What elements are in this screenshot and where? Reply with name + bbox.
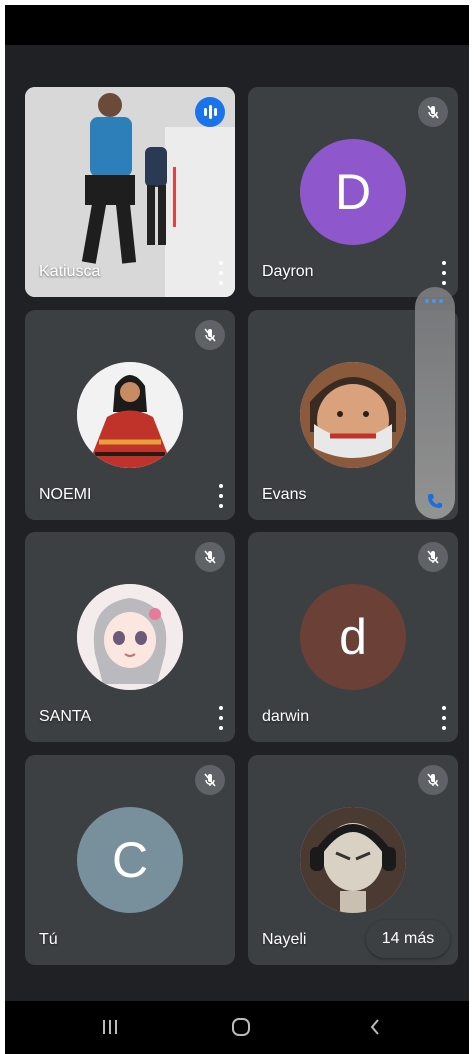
more-vert-icon[interactable] (215, 706, 227, 730)
avatar (300, 807, 406, 913)
avatar (300, 362, 406, 468)
avatar (77, 362, 183, 468)
mic-off-icon (195, 542, 225, 572)
call-side-panel[interactable] (415, 287, 455, 519)
participant-tile-dayron[interactable]: D Dayron (248, 87, 458, 297)
system-nav-bar (5, 1001, 469, 1054)
participant-name: Evans (262, 486, 307, 503)
status-bar (5, 5, 469, 45)
participant-name: Dayron (262, 263, 314, 280)
avatar (77, 584, 183, 690)
back-icon[interactable] (361, 1015, 389, 1039)
participant-name: SANTA (39, 708, 92, 725)
audio-level-icon (195, 97, 225, 127)
avatar: D (300, 139, 406, 245)
mic-off-icon (418, 97, 448, 127)
more-horiz-icon[interactable] (425, 299, 443, 303)
participant-name: darwin (262, 708, 310, 725)
mic-off-icon (418, 542, 448, 572)
avatar: d (300, 584, 406, 690)
participant-name: Tú (39, 931, 58, 948)
participant-tile-tu[interactable]: C Tú (25, 755, 235, 965)
participant-name: NOEMI (39, 486, 92, 503)
participant-tile-darwin[interactable]: d darwin (248, 532, 458, 742)
recent-apps-icon[interactable] (96, 1015, 124, 1039)
more-vert-icon[interactable] (215, 484, 227, 508)
avatar: C (77, 807, 183, 913)
more-participants-button[interactable]: 14 más (366, 920, 450, 958)
mic-off-icon (195, 765, 225, 795)
participant-tile-katiusca[interactable]: Katiusca (25, 87, 235, 297)
participant-tile-noemi[interactable]: NOEMI (25, 310, 235, 520)
more-vert-icon[interactable] (438, 706, 450, 730)
mic-off-icon (195, 320, 225, 350)
meet-screen: Katiusca D Dayron NOEMI Evans SANTA d da… (5, 5, 469, 1054)
more-vert-icon[interactable] (215, 261, 227, 285)
mic-off-icon (418, 765, 448, 795)
more-vert-icon[interactable] (438, 261, 450, 285)
home-icon[interactable] (227, 1015, 255, 1039)
phone-icon[interactable] (425, 491, 445, 511)
participant-tile-santa[interactable]: SANTA (25, 532, 235, 742)
participant-name: Katiusca (39, 263, 101, 280)
participant-name: Nayeli (262, 931, 307, 948)
